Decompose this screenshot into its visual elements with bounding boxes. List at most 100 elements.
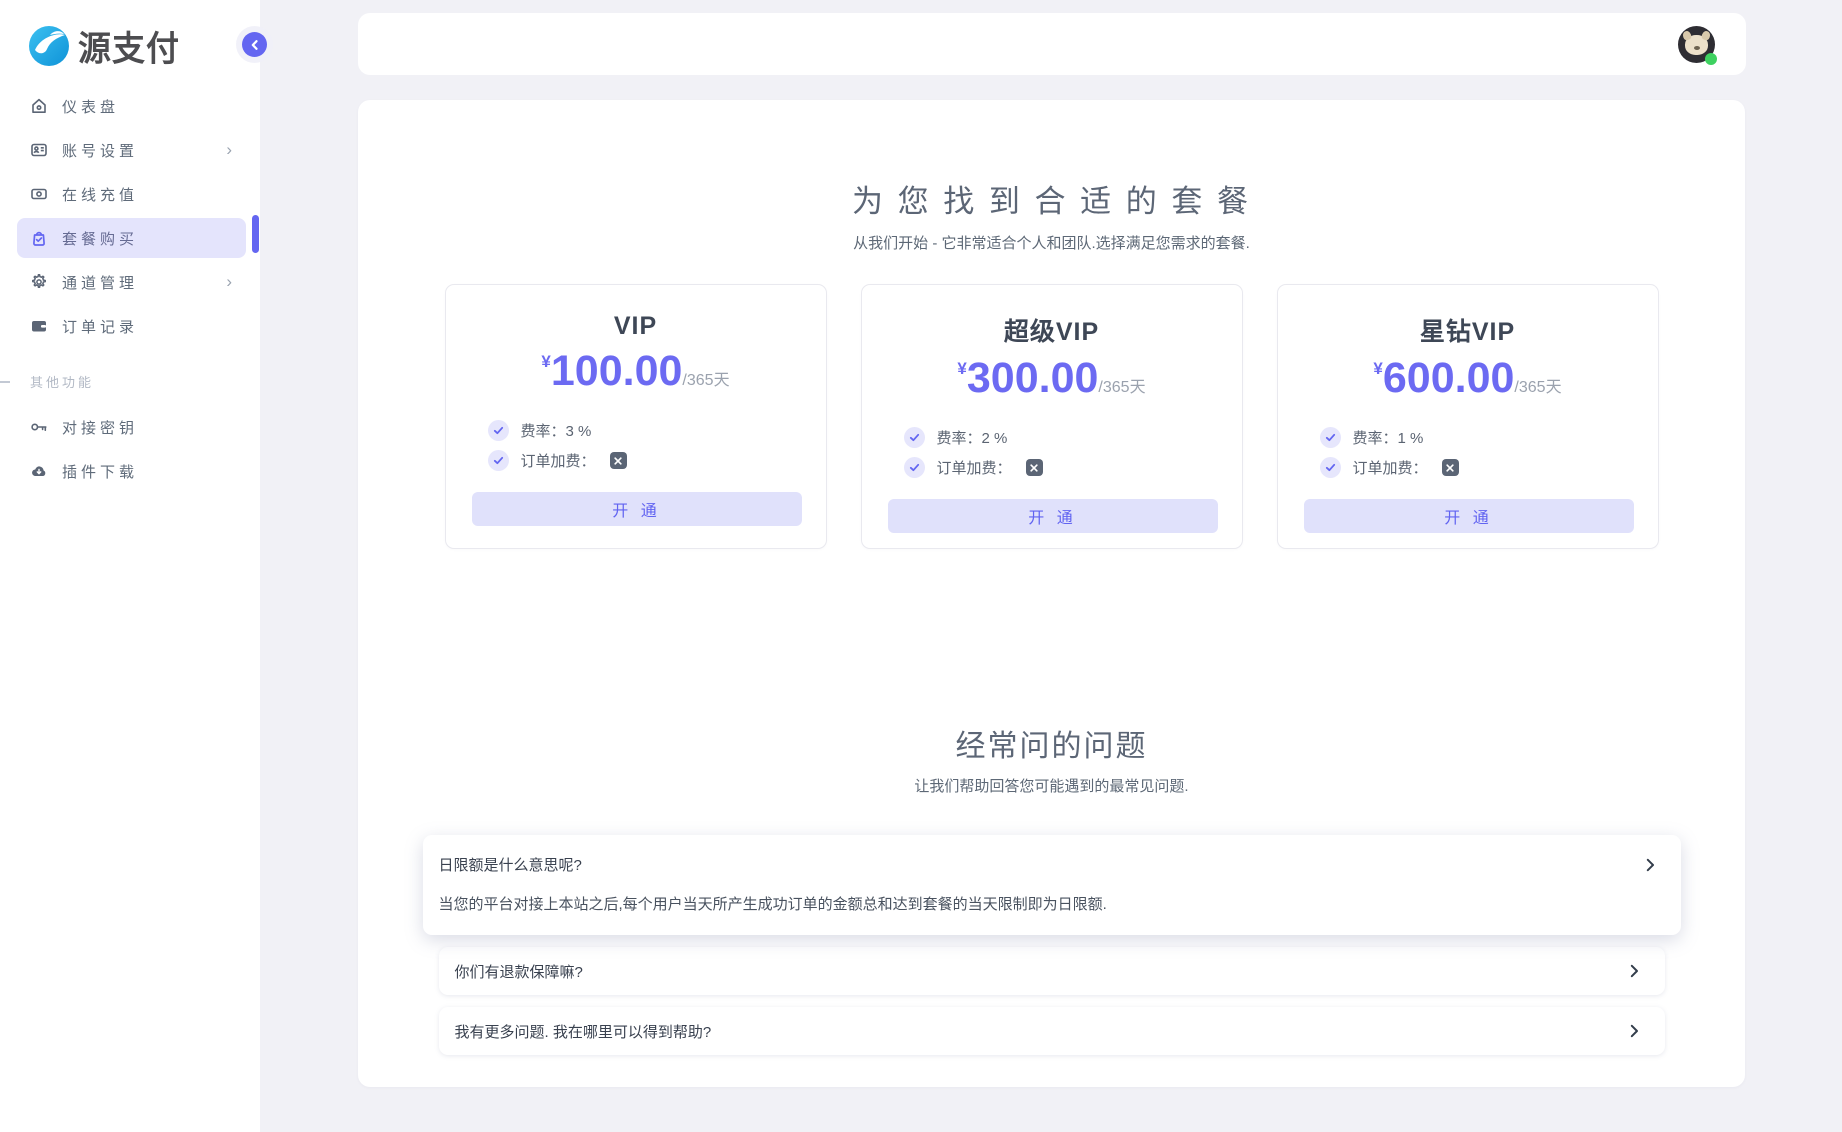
sidebar-item-dashboard[interactable]: 仪表盘 bbox=[17, 86, 246, 126]
brand-logo[interactable]: 源支付 bbox=[0, 0, 260, 72]
faq-question: 你们有退款保障嘛? bbox=[454, 963, 583, 981]
check-icon bbox=[1319, 427, 1341, 448]
feature-rate: 费率：1 % bbox=[1319, 427, 1632, 448]
feature-surcharge: 订单加费： bbox=[487, 450, 800, 471]
open-plan-button[interactable]: 开 通 bbox=[887, 499, 1218, 533]
check-icon bbox=[1319, 457, 1341, 478]
feature-surcharge: 订单加费： bbox=[1319, 457, 1632, 478]
user-avatar[interactable] bbox=[1678, 26, 1717, 65]
sidebar-section-other: 其他功能 bbox=[0, 372, 260, 391]
price-amount: 300.00 bbox=[966, 354, 1099, 402]
plan-features: 费率：2 % 订单加费： bbox=[903, 427, 1216, 478]
plan-card-super-vip: 超级VIP ¥300.00/365天 费率：2 % 订单加费： 开 通 bbox=[860, 284, 1243, 549]
x-square-icon bbox=[609, 452, 627, 469]
chevron-right-icon bbox=[1646, 858, 1655, 872]
sidebar-item-label: 插件下载 bbox=[62, 463, 139, 481]
check-icon bbox=[487, 450, 509, 471]
faq-item-refund[interactable]: 你们有退款保障嘛? bbox=[438, 947, 1665, 995]
banknote-icon bbox=[30, 185, 48, 203]
home-icon bbox=[30, 97, 48, 115]
chevron-right-icon: › bbox=[226, 272, 232, 291]
sidebar-item-label: 通道管理 bbox=[62, 274, 139, 292]
faq-question-row: 我有更多问题. 我在哪里可以得到帮助? bbox=[455, 1021, 1639, 1042]
section-divider bbox=[0, 380, 10, 383]
feature-rate: 费率：2 % bbox=[903, 427, 1216, 448]
plan-card-vip: VIP ¥100.00/365天 费率：3 % 订单加费： 开 通 bbox=[444, 284, 827, 549]
avatar-dog-image bbox=[1685, 35, 1708, 55]
page-subtitle: 从我们开始 - 它非常适合个人和团队.选择满足您需求的套餐. bbox=[853, 235, 1250, 252]
currency-symbol: ¥ bbox=[957, 359, 967, 378]
plan-price: ¥100.00/365天 bbox=[472, 347, 800, 396]
faq-question-row: 日限额是什么意思呢? bbox=[439, 854, 1655, 875]
sidebar-item-label: 账号设置 bbox=[62, 142, 139, 160]
sidebar-section-label: 其他功能 bbox=[30, 375, 95, 390]
sidebar-item-label: 仪表盘 bbox=[62, 98, 120, 116]
feature-rate-text: 费率：3 % bbox=[520, 423, 592, 440]
plan-features: 费率：3 % 订单加费： bbox=[487, 420, 800, 471]
faq-title: 经常问的问题 bbox=[955, 730, 1148, 763]
sidebar-item-label: 对接密钥 bbox=[62, 419, 139, 437]
chevron-right-icon bbox=[1630, 964, 1639, 978]
price-period: /365天 bbox=[1514, 379, 1562, 396]
x-square-icon bbox=[1025, 459, 1043, 476]
faq-subtitle: 让我们帮助回答您可能遇到的最常见问题. bbox=[914, 778, 1189, 795]
faq-list: 日限额是什么意思呢? 当您的平台对接上本站之后,每个用户当天所产生成功订单的金额… bbox=[358, 835, 1745, 1055]
feature-surcharge-text: 订单加费： bbox=[1352, 460, 1428, 477]
faq-answer: 当您的平台对接上本站之后,每个用户当天所产生成功订单的金额总和达到套餐的当天限制… bbox=[438, 896, 1107, 913]
brand-logo-text: 源支付 bbox=[78, 29, 180, 69]
sidebar-item-label: 在线充值 bbox=[62, 186, 139, 204]
currency-symbol: ¥ bbox=[1373, 359, 1383, 378]
page-title: 为 您 找 到 合 适 的 套 餐 bbox=[852, 184, 1251, 219]
plan-price: ¥300.00/365天 bbox=[888, 354, 1216, 403]
chevron-right-icon: › bbox=[226, 140, 232, 159]
sidebar: 源支付 仪表盘 账号设置 › 在线充值 套餐购买 通道管理 › 订单记录 其他功… bbox=[0, 0, 260, 1132]
wallet-icon bbox=[30, 317, 48, 335]
key-icon bbox=[30, 418, 48, 436]
price-amount: 100.00 bbox=[550, 347, 683, 395]
sidebar-item-account-settings[interactable]: 账号设置 › bbox=[17, 130, 246, 170]
price-amount: 600.00 bbox=[1382, 354, 1515, 402]
sidebar-item-api-keys[interactable]: 对接密钥 bbox=[17, 407, 246, 447]
faq-question-row: 你们有退款保障嘛? bbox=[455, 961, 1639, 982]
check-icon bbox=[903, 457, 925, 478]
check-icon bbox=[487, 420, 509, 441]
online-status-dot bbox=[1705, 53, 1717, 65]
feature-rate-text: 费率：1 % bbox=[1352, 430, 1424, 447]
faq-question: 我有更多问题. 我在哪里可以得到帮助? bbox=[454, 1023, 712, 1041]
sidebar-item-label: 订单记录 bbox=[62, 318, 139, 336]
active-item-indicator bbox=[252, 215, 259, 253]
plan-card-star-diamond-vip: 星钻VIP ¥600.00/365天 费率：1 % 订单加费： 开 通 bbox=[1276, 284, 1659, 549]
sidebar-item-package-purchase[interactable]: 套餐购买 bbox=[17, 218, 246, 258]
id-card-icon bbox=[30, 141, 48, 159]
price-period: /365天 bbox=[682, 372, 730, 389]
x-square-icon bbox=[1441, 459, 1459, 476]
plan-name: VIP bbox=[613, 312, 658, 340]
faq-item-daily-limit[interactable]: 日限额是什么意思呢? 当您的平台对接上本站之后,每个用户当天所产生成功订单的金额… bbox=[422, 835, 1681, 935]
sidebar-collapse-button[interactable] bbox=[242, 32, 267, 57]
faq-item-more-help[interactable]: 我有更多问题. 我在哪里可以得到帮助? bbox=[438, 1007, 1665, 1055]
feature-surcharge-text: 订单加费： bbox=[520, 453, 596, 470]
open-plan-button[interactable]: 开 通 bbox=[471, 492, 802, 526]
pricing-plans: VIP ¥100.00/365天 费率：3 % 订单加费： 开 通 超级VIP … bbox=[358, 284, 1745, 549]
feature-surcharge-text: 订单加费： bbox=[936, 460, 1012, 477]
sidebar-item-label: 套餐购买 bbox=[62, 230, 139, 248]
plan-name: 超级VIP bbox=[1003, 318, 1100, 346]
chevron-left-icon bbox=[248, 38, 262, 52]
sidebar-item-channel-management[interactable]: 通道管理 › bbox=[17, 262, 246, 302]
sidebar-item-online-recharge[interactable]: 在线充值 bbox=[17, 174, 246, 214]
sidebar-item-plugin-download[interactable]: 插件下载 bbox=[17, 451, 246, 491]
feature-rate: 费率：3 % bbox=[487, 420, 800, 441]
plan-price: ¥600.00/365天 bbox=[1304, 354, 1632, 403]
shopping-bag-icon bbox=[30, 229, 48, 247]
sidebar-item-order-records[interactable]: 订单记录 bbox=[17, 306, 246, 346]
plan-name: 星钻VIP bbox=[1419, 318, 1516, 346]
open-plan-button[interactable]: 开 通 bbox=[1303, 499, 1634, 533]
topbar bbox=[358, 13, 1746, 75]
faq-question: 日限额是什么意思呢? bbox=[438, 857, 582, 874]
feature-surcharge: 订单加费： bbox=[903, 457, 1216, 478]
plan-features: 费率：1 % 订单加费： bbox=[1319, 427, 1632, 478]
sidebar-menu: 仪表盘 账号设置 › 在线充值 套餐购买 通道管理 › 订单记录 其他功能 对接… bbox=[0, 72, 260, 491]
cloud-download-icon bbox=[30, 462, 48, 480]
brand-logo-icon bbox=[29, 26, 69, 66]
feature-rate-text: 费率：2 % bbox=[936, 430, 1008, 447]
